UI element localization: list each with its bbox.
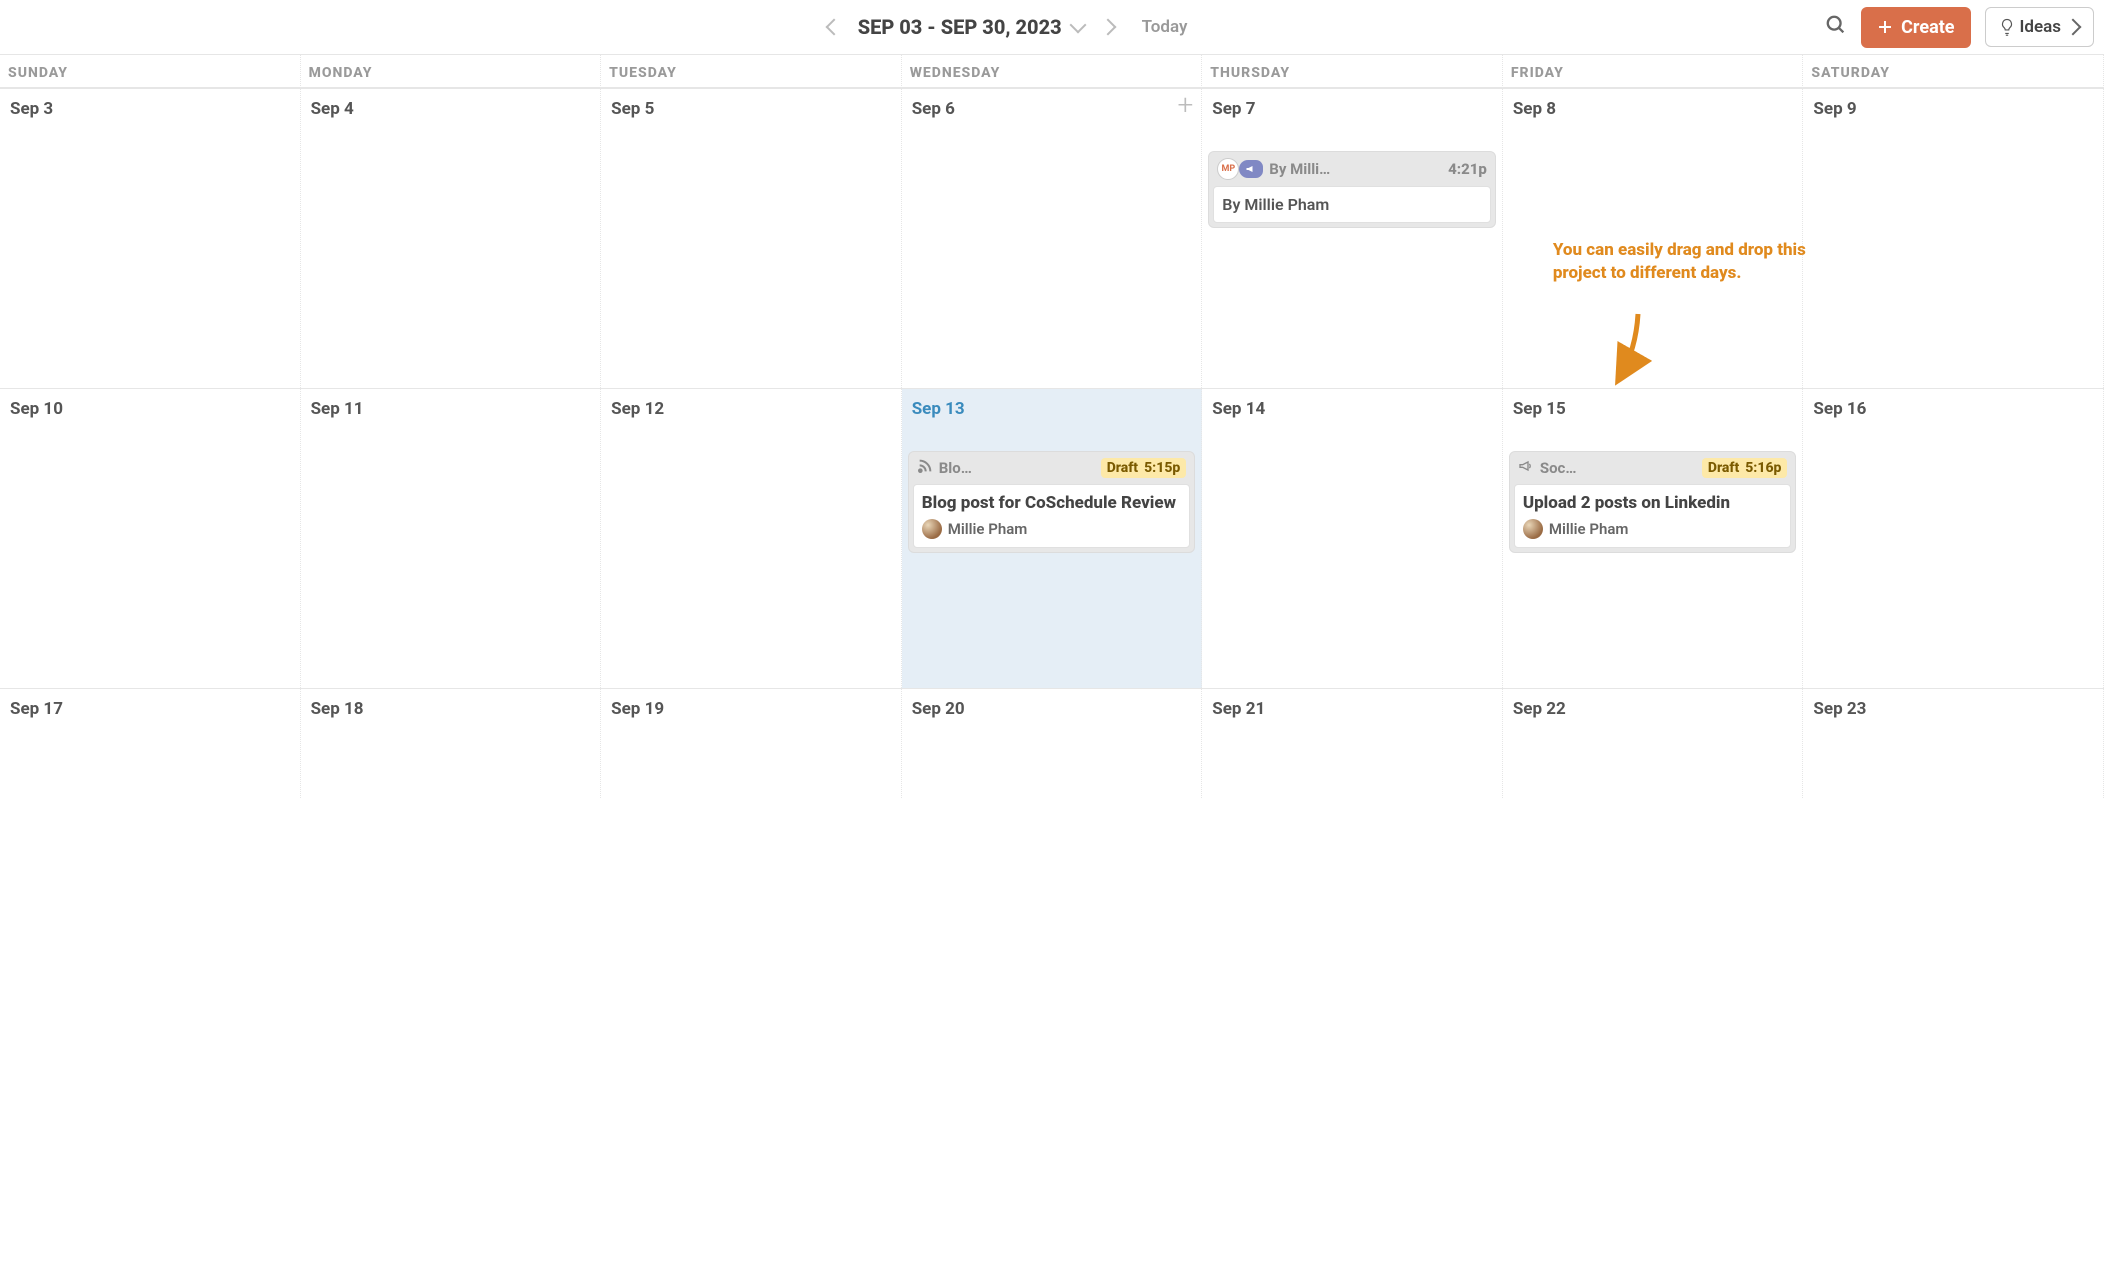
calendar-card[interactable]: MP By Milli… 4:21p By Millie Pham bbox=[1208, 151, 1496, 228]
calendar-cell[interactable]: Sep 10 bbox=[0, 388, 301, 688]
day-header: MONDAY bbox=[301, 55, 602, 88]
day-number: Sep 20 bbox=[908, 697, 1196, 721]
plus-icon bbox=[1877, 19, 1893, 35]
calendar-cell[interactable]: Sep 13 Blo… Draft5:15p Blog post for CoS… bbox=[902, 388, 1203, 688]
day-number: Sep 6 bbox=[908, 97, 1196, 121]
calendar-cell[interactable]: Sep 20 bbox=[902, 688, 1203, 798]
status-badge: Draft5:15p bbox=[1101, 458, 1187, 478]
calendar-cell[interactable]: Sep 6+ bbox=[902, 88, 1203, 388]
avatar bbox=[1523, 519, 1543, 539]
calendar-cell[interactable]: Sep 17 bbox=[0, 688, 301, 798]
card-time: 4:21p bbox=[1448, 160, 1487, 178]
calendar-cell[interactable]: Sep 9 bbox=[1803, 88, 2104, 388]
day-header: SUNDAY bbox=[0, 55, 301, 88]
calendar-cell[interactable]: Sep 15 Soc… Draft5:16p Upload 2 posts on… bbox=[1503, 388, 1804, 688]
prev-period-button[interactable] bbox=[828, 18, 840, 37]
card-type-label: Blo… bbox=[939, 459, 972, 477]
calendar-cell[interactable]: Sep 16 bbox=[1803, 388, 2104, 688]
calendar-cell[interactable]: Sep 18 bbox=[301, 688, 602, 798]
create-button[interactable]: Create bbox=[1861, 7, 1970, 48]
annotation-callout: You can easily drag and drop this projec… bbox=[1553, 239, 1823, 285]
day-number: Sep 21 bbox=[1208, 697, 1496, 721]
topbar: SEP 03 - SEP 30, 2023 Today Create Ideas bbox=[0, 0, 2104, 55]
day-number: Sep 15 bbox=[1509, 397, 1797, 421]
day-number: Sep 9 bbox=[1809, 97, 2097, 121]
card-title: Upload 2 posts on Linkedin bbox=[1523, 493, 1783, 513]
lightbulb-icon bbox=[2000, 18, 2014, 36]
day-number: Sep 16 bbox=[1809, 397, 2097, 421]
day-number: Sep 7 bbox=[1208, 97, 1496, 121]
day-number: Sep 12 bbox=[607, 397, 895, 421]
day-number: Sep 4 bbox=[307, 97, 595, 121]
avatar-icon: MP bbox=[1217, 158, 1239, 180]
chevron-right-icon bbox=[1099, 18, 1116, 35]
day-number: Sep 19 bbox=[607, 697, 895, 721]
calendar-cell[interactable]: Sep 8You can easily drag and drop this p… bbox=[1503, 88, 1804, 388]
card-type-label: Soc… bbox=[1540, 459, 1577, 477]
bullhorn-icon bbox=[1239, 160, 1263, 178]
calendar-card[interactable]: Blo… Draft5:15p Blog post for CoSchedule… bbox=[908, 451, 1196, 553]
day-number: Sep 22 bbox=[1509, 697, 1797, 721]
day-header: SATURDAY bbox=[1803, 55, 2104, 88]
calendar-cell[interactable]: Sep 7 MP By Milli… 4:21p By Millie Pham bbox=[1202, 88, 1503, 388]
calendar-cell[interactable]: Sep 14 bbox=[1202, 388, 1503, 688]
search-button[interactable] bbox=[1825, 14, 1847, 40]
date-nav: SEP 03 - SEP 30, 2023 Today bbox=[190, 15, 1825, 39]
next-period-button[interactable] bbox=[1102, 18, 1114, 37]
chevron-down-icon bbox=[1069, 17, 1086, 34]
bullhorn-icon bbox=[1518, 458, 1534, 478]
card-title: Blog post for CoSchedule Review bbox=[922, 493, 1182, 513]
today-button[interactable]: Today bbox=[1142, 17, 1188, 37]
calendar-cell[interactable]: Sep 23 bbox=[1803, 688, 2104, 798]
calendar-cell[interactable]: Sep 5 bbox=[601, 88, 902, 388]
day-number: Sep 3 bbox=[6, 97, 294, 121]
chevron-left-icon bbox=[825, 18, 842, 35]
day-number: Sep 13 bbox=[908, 397, 1196, 421]
day-number: Sep 18 bbox=[307, 697, 595, 721]
day-number: Sep 11 bbox=[307, 397, 595, 421]
card-body-text: By Millie Pham bbox=[1222, 195, 1482, 214]
annotation-arrow-icon bbox=[1598, 309, 1658, 389]
day-header: TUESDAY bbox=[601, 55, 902, 88]
calendar-cell[interactable]: Sep 4 bbox=[301, 88, 602, 388]
day-number: Sep 14 bbox=[1208, 397, 1496, 421]
calendar-cell[interactable]: Sep 11 bbox=[301, 388, 602, 688]
chevron-right-icon bbox=[2065, 19, 2082, 36]
day-number: Sep 10 bbox=[6, 397, 294, 421]
calendar-card[interactable]: Soc… Draft5:16p Upload 2 posts on Linked… bbox=[1509, 451, 1797, 553]
day-number: Sep 17 bbox=[6, 697, 294, 721]
day-header: FRIDAY bbox=[1503, 55, 1804, 88]
calendar-cell[interactable]: Sep 12 bbox=[601, 388, 902, 688]
day-header: THURSDAY bbox=[1202, 55, 1503, 88]
add-item-button[interactable]: + bbox=[1177, 95, 1193, 115]
rss-icon bbox=[917, 458, 933, 478]
date-range-label: SEP 03 - SEP 30, 2023 bbox=[858, 15, 1062, 39]
calendar-cell[interactable]: Sep 22 bbox=[1503, 688, 1804, 798]
date-range-button[interactable]: SEP 03 - SEP 30, 2023 bbox=[858, 15, 1084, 39]
ideas-button[interactable]: Ideas bbox=[1985, 7, 2094, 47]
topbar-tools: Create Ideas bbox=[1825, 7, 2094, 48]
card-assignee: Millie Pham bbox=[922, 519, 1182, 539]
card-assignee: Millie Pham bbox=[1523, 519, 1783, 539]
day-header: WEDNESDAY bbox=[902, 55, 1203, 88]
card-type-label: By Milli… bbox=[1269, 160, 1330, 178]
day-number: Sep 23 bbox=[1809, 697, 2097, 721]
status-badge: Draft5:16p bbox=[1702, 458, 1788, 478]
calendar-cell[interactable]: Sep 3 bbox=[0, 88, 301, 388]
day-number: Sep 8 bbox=[1509, 97, 1797, 121]
avatar bbox=[922, 519, 942, 539]
calendar-cell[interactable]: Sep 21 bbox=[1202, 688, 1503, 798]
calendar-cell[interactable]: Sep 19 bbox=[601, 688, 902, 798]
day-number: Sep 5 bbox=[607, 97, 895, 121]
search-icon bbox=[1825, 14, 1847, 36]
